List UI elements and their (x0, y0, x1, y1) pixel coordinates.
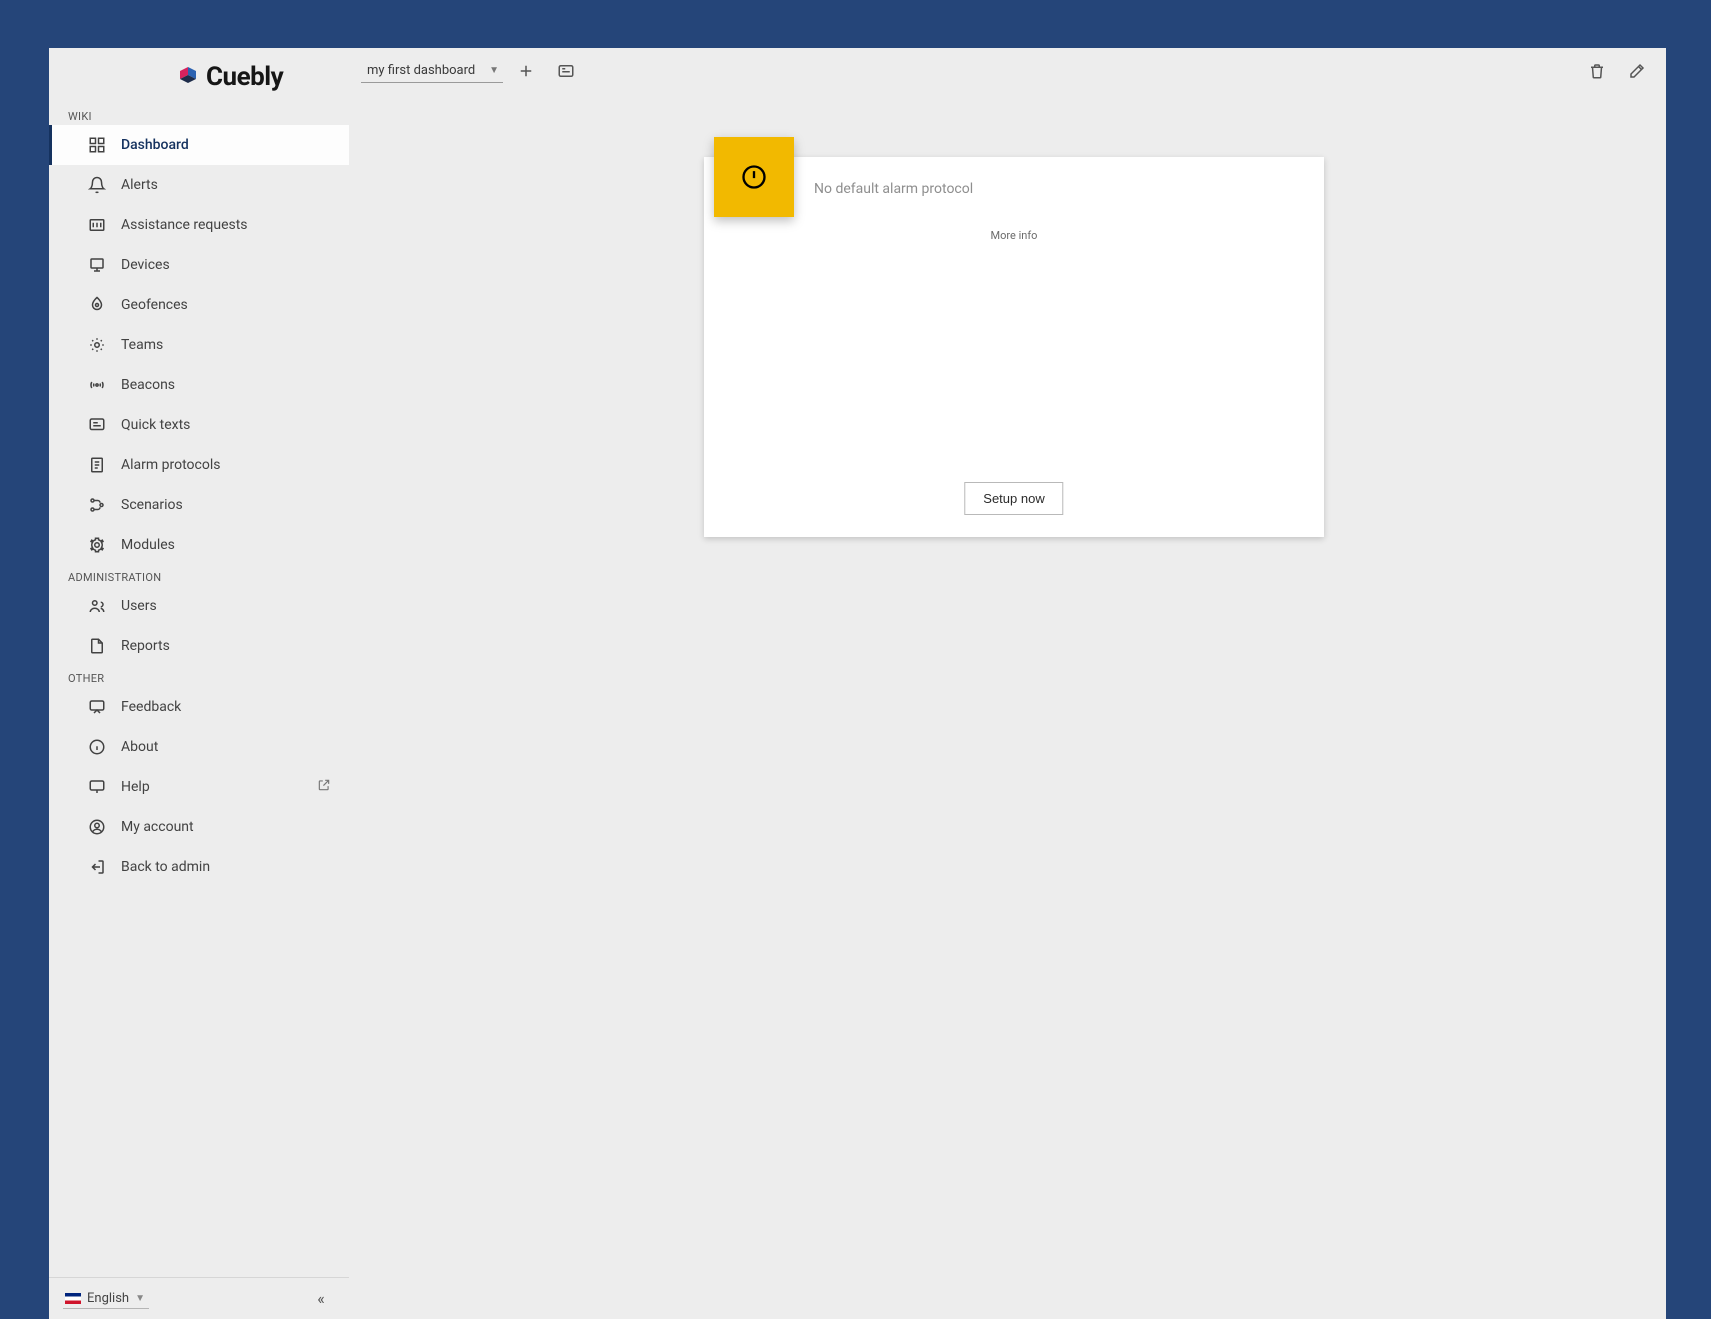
sidebar-item-assistance[interactable]: Assistance requests (49, 205, 349, 245)
sidebar: Cuebly WIKI Dashboard Alerts Assistance … (49, 48, 349, 1319)
feedback-icon (87, 697, 107, 717)
assistance-icon (87, 215, 107, 235)
collapse-sidebar-button[interactable]: « (307, 1285, 335, 1313)
users-icon (87, 596, 107, 616)
sidebar-item-users[interactable]: Users (49, 586, 349, 626)
sidebar-item-label: My account (121, 819, 349, 835)
brand-mark-icon (176, 65, 200, 89)
dashboard-select[interactable]: my first dashboard ▼ (361, 59, 503, 83)
sidebar-item-account[interactable]: My account (49, 807, 349, 847)
sidebar-item-modules[interactable]: Modules (49, 525, 349, 565)
add-dashboard-button[interactable] (509, 54, 543, 88)
section-label-admin: ADMINISTRATION (49, 565, 349, 586)
reports-icon (87, 636, 107, 656)
sidebar-item-label: Beacons (121, 377, 349, 393)
sidebar-item-label: Back to admin (121, 859, 349, 875)
dashboard-canvas: No default alarm protocol More info Setu… (349, 94, 1666, 1319)
widget-more-info-link[interactable]: More info (704, 229, 1324, 242)
dashboard-select-value: my first dashboard (367, 63, 475, 78)
delete-button[interactable] (1580, 54, 1614, 88)
sidebar-item-about[interactable]: About (49, 727, 349, 767)
section-label-wiki: WIKI (49, 104, 349, 125)
sidebar-item-label: Help (121, 779, 317, 795)
devices-icon (87, 255, 107, 275)
sidebar-item-back[interactable]: Back to admin (49, 847, 349, 887)
language-label: English (87, 1291, 129, 1306)
about-icon (87, 737, 107, 757)
sidebar-item-help[interactable]: Help (49, 767, 349, 807)
section-label-other: OTHER (49, 666, 349, 687)
modules-icon (87, 535, 107, 555)
sidebar-item-label: Feedback (121, 699, 349, 715)
setup-now-button[interactable]: Setup now (964, 482, 1063, 515)
sidebar-item-label: Dashboard (121, 137, 349, 153)
sidebar-item-label: Users (121, 598, 349, 614)
widget-title: No default alarm protocol (814, 181, 973, 197)
sidebar-item-label: Scenarios (121, 497, 349, 513)
back-icon (87, 857, 107, 877)
sidebar-item-geofences[interactable]: Geofences (49, 285, 349, 325)
flag-icon (65, 1293, 81, 1304)
protocol-icon (87, 455, 107, 475)
scenario-icon (87, 495, 107, 515)
sidebar-item-label: Reports (121, 638, 349, 654)
language-select[interactable]: English ▼ (63, 1289, 149, 1309)
geofence-icon (87, 295, 107, 315)
account-icon (87, 817, 107, 837)
bell-icon (87, 175, 107, 195)
external-link-icon (317, 778, 331, 796)
sidebar-item-label: Alerts (121, 177, 349, 193)
sidebar-item-label: About (121, 739, 349, 755)
dashboard-icon (87, 135, 107, 155)
sidebar-footer: English ▼ « (49, 1277, 349, 1319)
sidebar-item-label: Quick texts (121, 417, 349, 433)
main-area: my first dashboard ▼ No default (349, 48, 1666, 1319)
sidebar-item-alerts[interactable]: Alerts (49, 165, 349, 205)
sidebar-item-label: Alarm protocols (121, 457, 349, 473)
sidebar-item-label: Modules (121, 537, 349, 553)
chevron-down-icon: ▼ (489, 65, 499, 76)
sidebar-item-devices[interactable]: Devices (49, 245, 349, 285)
sidebar-item-label: Teams (121, 337, 349, 353)
widget-catalog-button[interactable] (549, 54, 583, 88)
sidebar-item-protocols[interactable]: Alarm protocols (49, 445, 349, 485)
brand-name: Cuebly (206, 62, 283, 92)
teams-icon (87, 335, 107, 355)
sidebar-item-label: Devices (121, 257, 349, 273)
warning-badge (714, 137, 794, 217)
chevron-down-icon: ▼ (135, 1293, 145, 1304)
edit-button[interactable] (1620, 54, 1654, 88)
app-window: Cuebly WIKI Dashboard Alerts Assistance … (49, 48, 1666, 1319)
topbar: my first dashboard ▼ (349, 48, 1666, 94)
beacon-icon (87, 375, 107, 395)
quicktext-icon (87, 415, 107, 435)
brand-logo: Cuebly (49, 48, 349, 104)
alarm-protocol-widget: No default alarm protocol More info Setu… (704, 157, 1324, 537)
sidebar-item-beacons[interactable]: Beacons (49, 365, 349, 405)
sidebar-item-feedback[interactable]: Feedback (49, 687, 349, 727)
help-icon (87, 777, 107, 797)
sidebar-item-quicktexts[interactable]: Quick texts (49, 405, 349, 445)
sidebar-item-reports[interactable]: Reports (49, 626, 349, 666)
sidebar-item-dashboard[interactable]: Dashboard (49, 125, 349, 165)
sidebar-item-label: Assistance requests (121, 217, 349, 233)
sidebar-item-scenarios[interactable]: Scenarios (49, 485, 349, 525)
sidebar-item-label: Geofences (121, 297, 349, 313)
sidebar-item-teams[interactable]: Teams (49, 325, 349, 365)
